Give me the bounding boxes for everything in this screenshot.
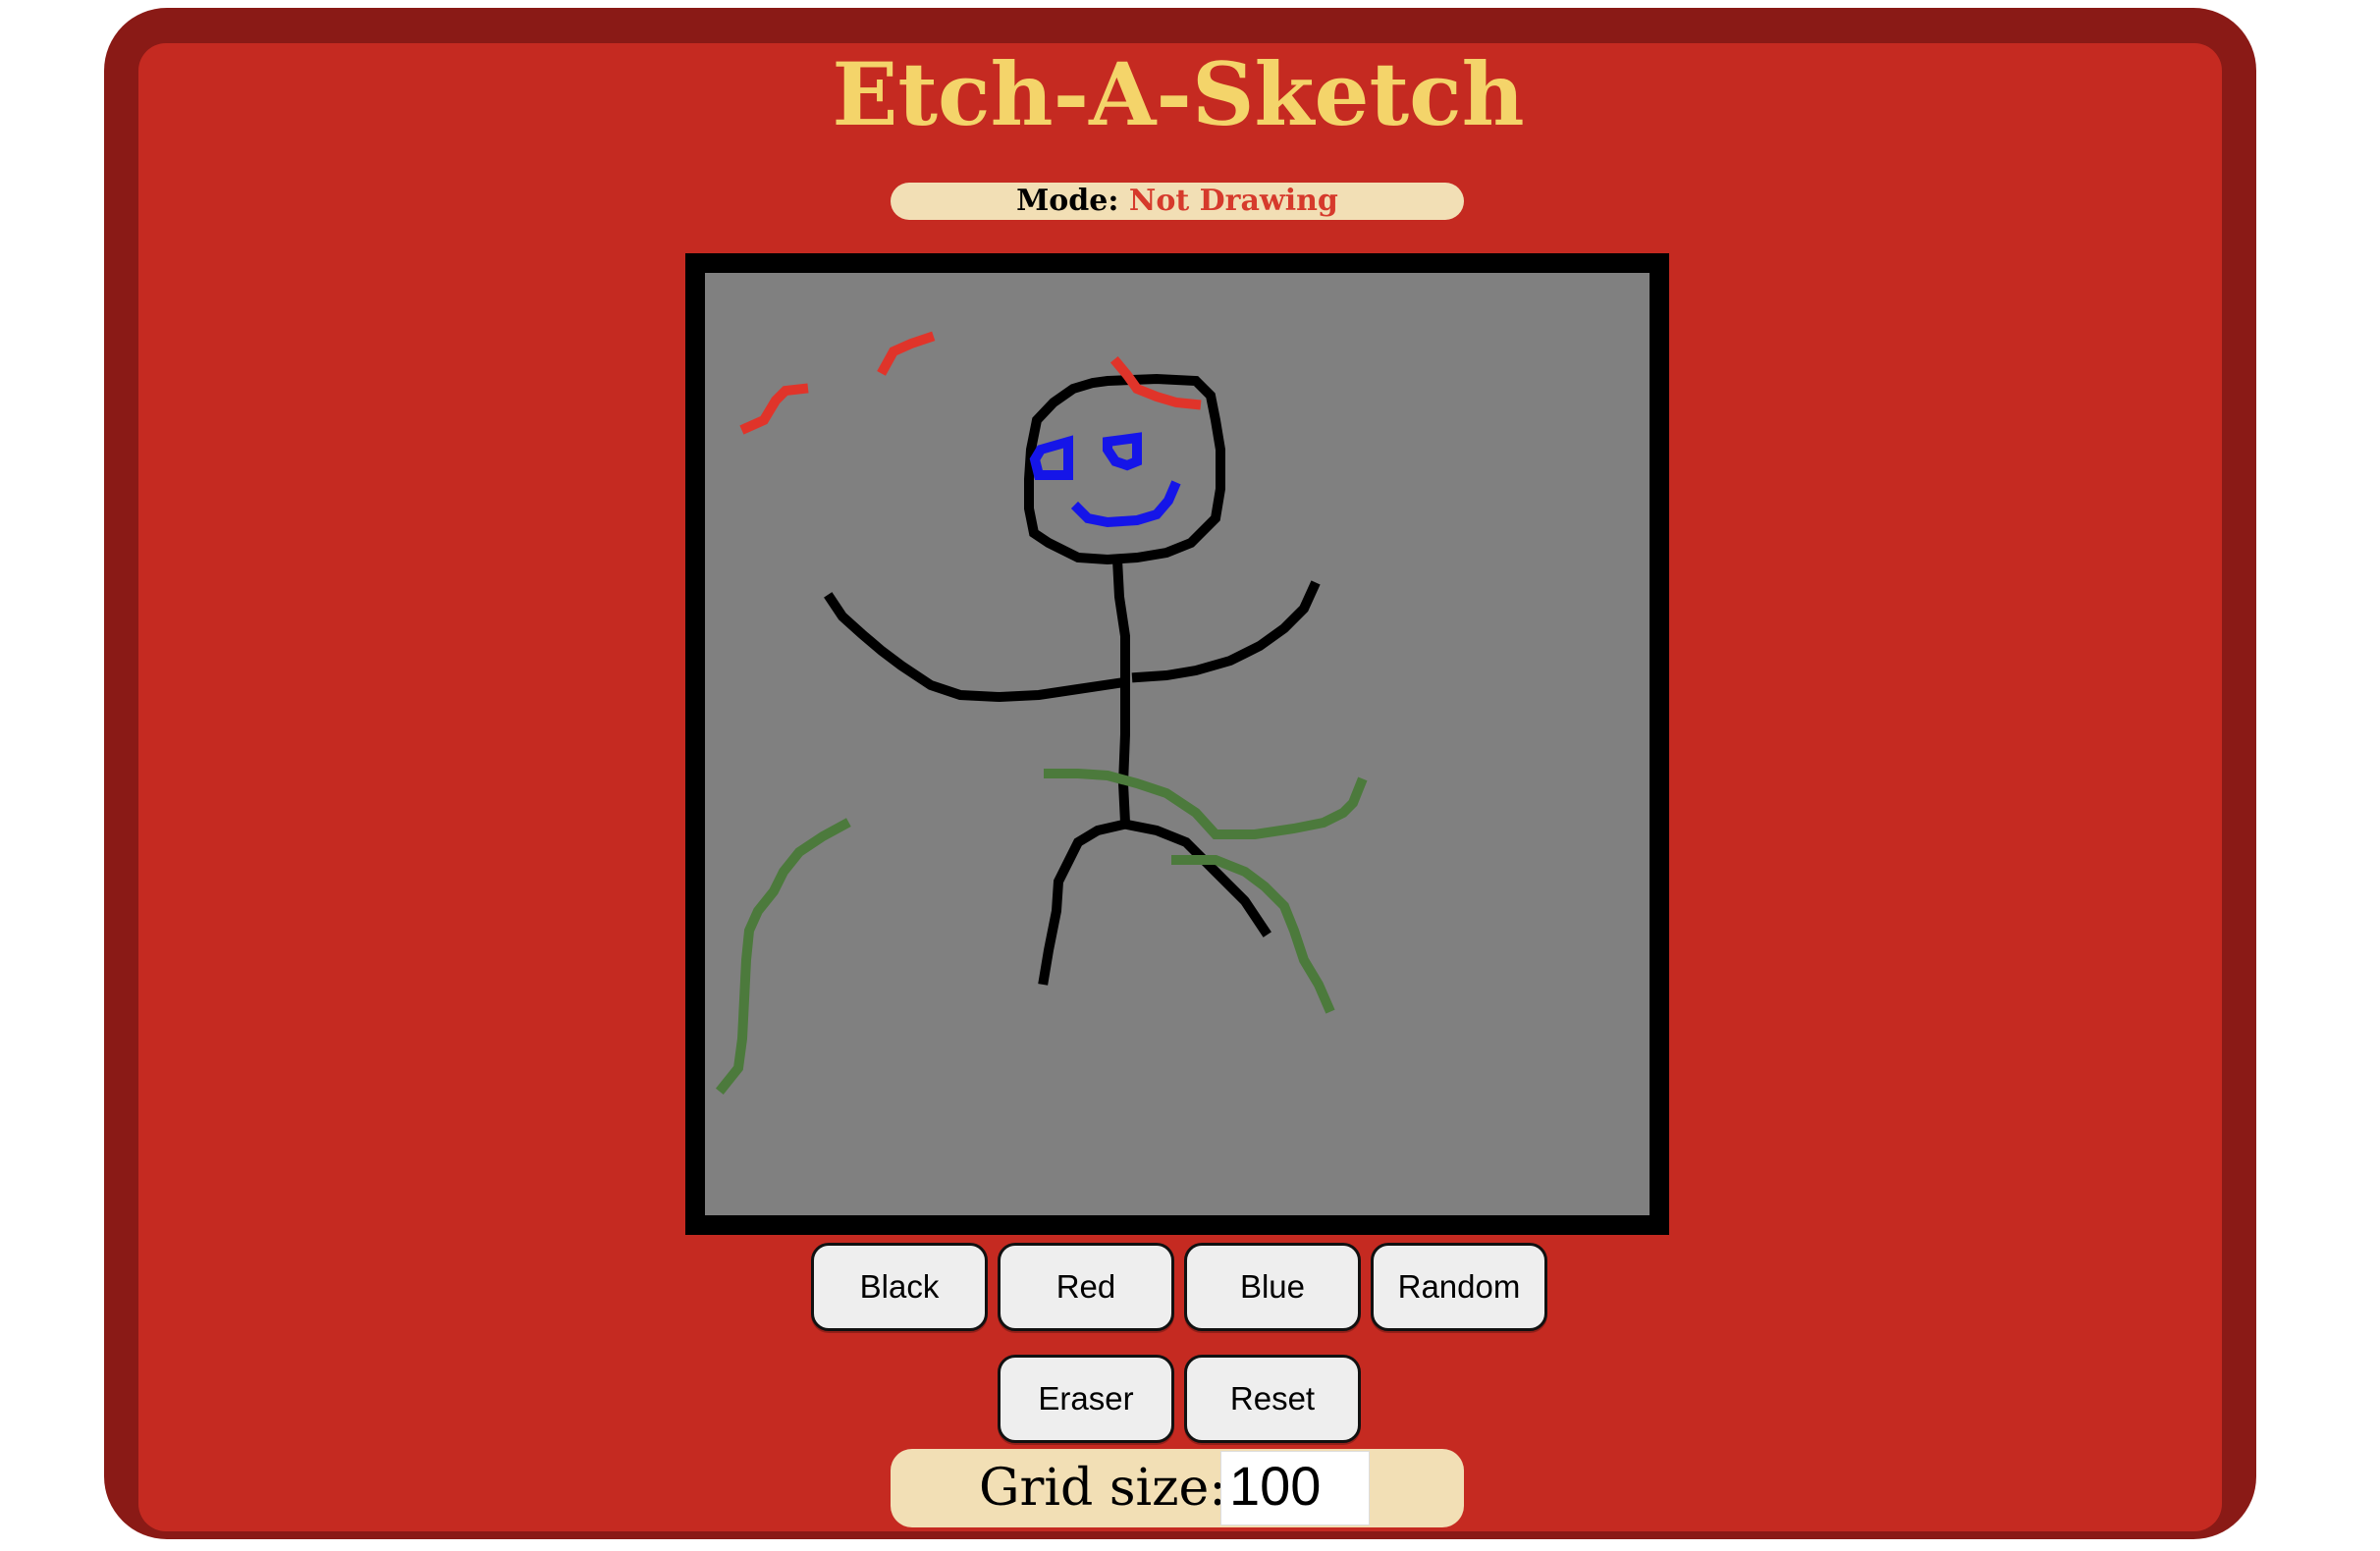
drawing-canvas[interactable]: [705, 273, 1650, 1215]
grid-size-input[interactable]: 100: [1220, 1451, 1370, 1525]
stroke-green-right-bottom: [1171, 855, 1335, 1014]
black-button[interactable]: Black: [811, 1243, 988, 1331]
grid-size-label: Grid size:: [979, 1459, 1226, 1518]
stroke-green-left: [715, 818, 851, 1096]
drawing-layer: [715, 331, 1368, 1096]
app-title: Etch-A-Sketch: [832, 43, 1525, 145]
stroke-red-top: [877, 331, 936, 376]
stroke-right-arm: [1131, 580, 1321, 683]
canvas-border: [685, 253, 1669, 1235]
red-button[interactable]: Red: [998, 1243, 1174, 1331]
reset-button[interactable]: Reset: [1184, 1355, 1361, 1443]
mode-indicator: Mode: Not Drawing: [891, 183, 1464, 220]
stroke-right-eye: [1103, 432, 1142, 471]
stroke-left-arm: [824, 592, 1123, 703]
mode-value: Not Drawing: [1128, 184, 1338, 218]
stroke-right-leg: [1121, 819, 1271, 937]
random-button[interactable]: Random: [1371, 1243, 1547, 1331]
stroke-left-leg: [1038, 819, 1129, 986]
blue-button[interactable]: Blue: [1184, 1243, 1361, 1331]
eraser-button[interactable]: Eraser: [998, 1355, 1174, 1443]
stroke-red-left: [739, 383, 809, 435]
stroke-mouth: [1070, 480, 1181, 528]
mode-label: Mode:: [1016, 184, 1119, 218]
grid-size-control: Grid size: 100: [891, 1449, 1464, 1527]
stroke-left-eye: [1029, 435, 1073, 480]
stroke-green-right-top: [1044, 769, 1368, 839]
